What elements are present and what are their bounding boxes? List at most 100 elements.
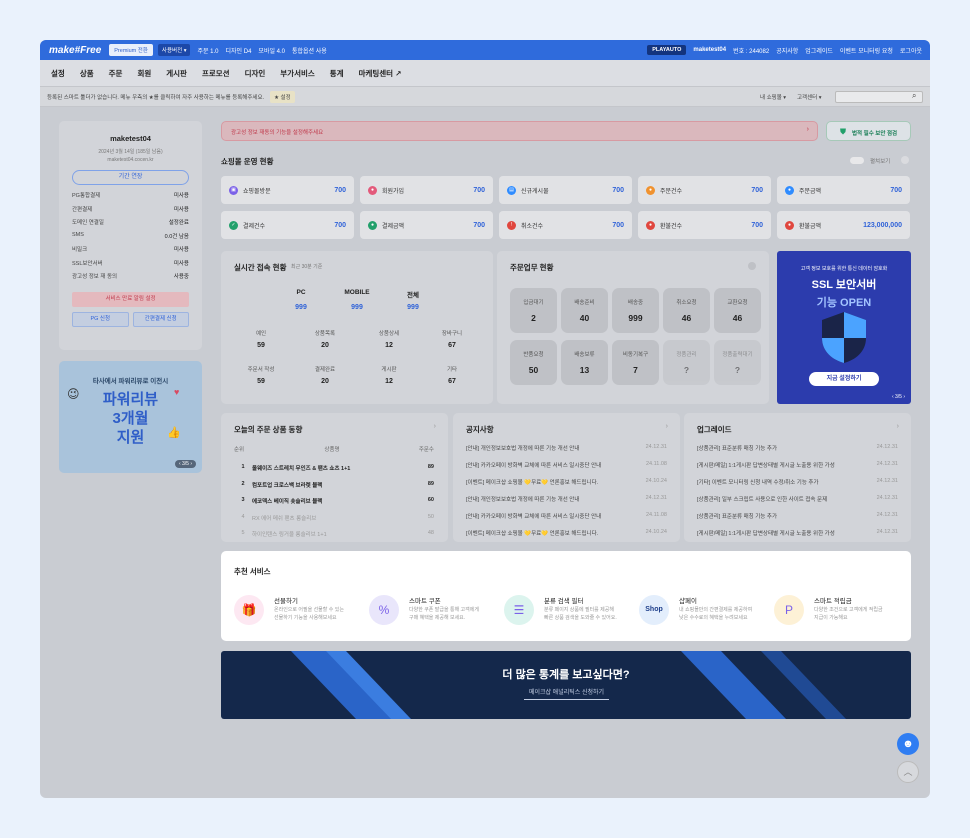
event-link[interactable]: 이벤트 모니터링 요청 <box>840 46 893 55</box>
ranking-count: 60 <box>427 497 434 503</box>
chat-icon[interactable]: ☻ <box>897 733 919 755</box>
version-select[interactable]: 사용버전 ▾ <box>157 44 191 56</box>
menu-products[interactable]: 상품 <box>80 68 94 79</box>
expand-toggle[interactable] <box>850 157 864 164</box>
notices-row-date: 24.12.31 <box>645 444 667 450</box>
menu-board[interactable]: 게시판 <box>166 68 187 79</box>
order-status-tile[interactable]: 배송중 999 <box>612 288 659 333</box>
version-link-order[interactable]: 주문 1.0 <box>197 46 218 55</box>
menu-settings[interactable]: 설정 <box>51 68 65 79</box>
upgrades-row[interactable]: [기타] 이벤트 모니터링 신청 내역 수정/취소 기능 추가 24.12.31 <box>697 478 898 486</box>
notice-link[interactable]: 공지사항 <box>776 46 798 55</box>
ranking-row[interactable]: 3 에코덱스 베이직 숏슬리브 블랙 60 <box>234 497 434 505</box>
order-status-tile[interactable]: 입금대기 2 <box>510 288 557 333</box>
recommend-item[interactable]: 🎁 선물하기 온라인으로 어필을 선물할 수 있는 선물하기 기능을 사용해보세요 <box>234 592 364 626</box>
order-status-tile[interactable]: 정품관리? <box>663 340 710 385</box>
stat-tile[interactable]: ▣ 쇼핑몰방문 700 <box>221 176 354 204</box>
order-status-value: 46 <box>681 313 692 323</box>
stat-tile[interactable]: ● 결제금액 700 <box>360 211 493 239</box>
easy-pay-apply-button[interactable]: 간편결제 신청 <box>132 311 189 327</box>
version-link-option[interactable]: 통합옵션 사용 <box>292 46 327 55</box>
stat-tile[interactable]: ● 환불금액 123,000,000 <box>777 211 910 239</box>
order-status-tile[interactable]: 정품출력대기? <box>714 340 761 385</box>
ranking-row[interactable]: 1 올웨이즈 스트레치 무인즈 & 팬츠 쇼츠 1+1 89 <box>234 464 434 472</box>
notices-row[interactable]: [이벤트] 메이크샵 쇼핑몰 💛무료💛 언론홍보 해드립니다. 24.10.24 <box>466 478 667 486</box>
menu-addon[interactable]: 부가서비스 <box>280 68 315 79</box>
order-status-tile[interactable]: 반품요청 50 <box>510 340 557 385</box>
stat-tile[interactable]: ● 회원가입 700 <box>360 176 493 204</box>
profile-info-row: 간편결제 미사용 <box>72 205 189 219</box>
notices-row[interactable]: [안내] 개인정보보호법 개정에 따른 기능 개선 안내 24.12.31 <box>466 495 667 503</box>
info-icon[interactable] <box>901 156 909 164</box>
ranking-row[interactable]: 4 RX 에어 메쉬 팬츠 롱슬리브 50 <box>234 514 434 522</box>
realtime-title: 실시간 접속 현황 <box>234 263 287 272</box>
ranking-row[interactable]: 5 하이인텐스 링거울 롱슬리브 1+1 48 <box>234 530 434 538</box>
stat-tile[interactable]: ● 환불건수 700 <box>638 211 771 239</box>
device-label: MOBILE <box>344 289 370 296</box>
stat-tile[interactable]: ▤ 신규게시물 700 <box>499 176 632 204</box>
playauto-badge[interactable]: PLAYAUTO <box>647 45 687 55</box>
notices-row-title: [안내] 카카오페이 방화벽 교체에 따른 서비스 일시중단 안내 <box>466 514 602 520</box>
consent-alert[interactable]: 광고성 정보 재동의 기능을 설정해주세요 › <box>221 121 818 141</box>
upgrades-row[interactable]: [상품관리] 표준분류 매칭 기능 추가 24.12.31 <box>697 444 898 452</box>
device-value: 999 <box>351 304 363 311</box>
upgrades-more-icon[interactable]: › <box>897 423 899 430</box>
order-status-tile[interactable]: 배송보류 13 <box>561 340 608 385</box>
order-status-tile[interactable]: 배송준비 40 <box>561 288 608 333</box>
ranking-more-icon[interactable]: › <box>434 423 436 430</box>
search-icon[interactable]: ⌕ <box>912 91 916 101</box>
notices-row[interactable]: [이벤트] 메이크샵 쇼핑몰 💛무료💛 언론홍보 해드립니다. 24.10.24 <box>466 529 667 537</box>
upgrades-row[interactable]: [게시판/메일] 1:1게시판 답변상태별 게시글 노출용 위한 가성 24.12… <box>697 461 898 469</box>
stat-tile[interactable]: ! 취소건수 700 <box>499 211 632 239</box>
version-link-design[interactable]: 디자인 D4 <box>226 46 252 55</box>
pg-apply-button[interactable]: PG 신청 <box>72 311 129 327</box>
menu-orders[interactable]: 주문 <box>109 68 123 79</box>
favorites-setting-button[interactable]: ★ 설정 <box>270 90 295 103</box>
ranking-header: 순위 상품명 주문수 <box>234 445 434 453</box>
order-status-tile[interactable]: 비동기복구 7 <box>612 340 659 385</box>
premium-button[interactable]: Premium 전환 <box>109 44 153 56</box>
security-check-button[interactable]: ⛊ 법적 필수 보안 점검 <box>826 121 911 141</box>
banner-pager[interactable]: ‹ 3/5 › <box>174 460 196 468</box>
notices-row[interactable]: [안내] 카카오페이 방화벽 교체에 따른 서비스 일시중단 안내 24.11.0… <box>466 461 667 469</box>
ranking-row[interactable]: 2 컴포트업 크로스백 브라렛 블랙 89 <box>234 481 434 489</box>
expiry-alert-button[interactable]: 서비스 만료 알림 설정 <box>72 291 189 307</box>
ssl-setup-button[interactable]: 지금 설정하기 <box>809 372 879 386</box>
recommend-item[interactable]: % 스마트 쿠폰 다양한 쿠폰 발급을 통해 고객에게 구매 혜택을 제공해 보세요. <box>369 592 499 626</box>
notices-row[interactable]: [안내] 개인정보보호법 개정에 따른 기능 개선 안내 24.12.31 <box>466 444 667 452</box>
ssl-banner[interactable]: 고객 정보 보호를 위한 통신 데이터 암호화 SSL 보안서버 기능 OPEN… <box>777 251 911 404</box>
recommend-item[interactable]: ☰ 분류 검색 필터 분류 페이지 상품에 필터를 제공해 빠른 상품 검색을 도와줄… <box>504 592 634 626</box>
logo[interactable]: make#Free <box>49 45 101 56</box>
recommend-item[interactable]: P 스마트 적립금 다양한 조건으로 고객에게 적립금 지급이 가능해요 <box>774 592 904 626</box>
upgrades-row[interactable]: [상품관리] 일부 스크립트 사용으로 인한 사이트 접속 문제 24.12.31 <box>697 495 898 503</box>
upgrades-row[interactable]: [게시판/메일] 1:1게시판 답변상태별 게시글 노출용 위한 가성 24.12… <box>697 529 898 537</box>
recommend-item[interactable]: Shop 샵페이 내 쇼핑몰만의 간편결제를 제공하여 낮은 수수료의 혜택을 누려보… <box>639 592 769 626</box>
upgrade-link[interactable]: 업그레이드 <box>805 46 833 55</box>
analytics-apply-link[interactable]: 메이크샵 애널리틱스 신청하기 <box>524 687 609 700</box>
menu-stats[interactable]: 통계 <box>330 68 344 79</box>
order-status-tile[interactable]: 교환요청 46 <box>714 288 761 333</box>
order-status-tile[interactable]: 취소요청 46 <box>663 288 710 333</box>
menu-marketing[interactable]: 마케팅센터 ↗ <box>359 68 402 79</box>
order-refresh-icon[interactable] <box>748 262 756 270</box>
analytics-banner[interactable]: 더 많은 통계를 보고싶다면? 메이크샵 애널리틱스 신청하기 <box>221 651 911 719</box>
scroll-top-icon[interactable]: ︿ <box>897 761 919 783</box>
stat-tile[interactable]: ✓ 결제건수 700 <box>221 211 354 239</box>
menu-promotion[interactable]: 프로모션 <box>202 68 230 79</box>
logout-link[interactable]: 로그아웃 <box>900 46 922 55</box>
menu-members[interactable]: 회원 <box>137 68 151 79</box>
version-link-mobile[interactable]: 모바일 4.0 <box>258 46 285 55</box>
upgrades-row[interactable]: [상품관리] 표준분류 매칭 기능 추가 24.12.31 <box>697 512 898 520</box>
notices-more-icon[interactable]: › <box>666 423 668 430</box>
extend-button[interactable]: 기간 연장 <box>72 170 189 185</box>
search-input[interactable] <box>835 91 923 103</box>
stat-tile[interactable]: ● 주문금액 700 <box>777 176 910 204</box>
notices-row-title: [이벤트] 메이크샵 쇼핑몰 💛무료💛 언론홍보 해드립니다. <box>466 531 599 537</box>
stat-tile[interactable]: ● 주문건수 700 <box>638 176 771 204</box>
power-review-banner[interactable]: 타사에서 파워리뷰로 이전시 파워리뷰 3개월 지원 😉 ♥ 👍 ‹ 3/5 › <box>59 361 202 473</box>
shop-select[interactable]: 내 쇼핑몰 ▾ <box>760 93 786 101</box>
ssl-banner-pager[interactable]: ‹ 3/5 › <box>892 394 905 400</box>
customer-center-select[interactable]: 고객센터 ▾ <box>797 93 822 101</box>
menu-design[interactable]: 디자인 <box>245 68 266 79</box>
notices-row[interactable]: [안내] 카카오페이 방화벽 교체에 따른 서비스 일시중단 안내 24.11.0… <box>466 512 667 520</box>
